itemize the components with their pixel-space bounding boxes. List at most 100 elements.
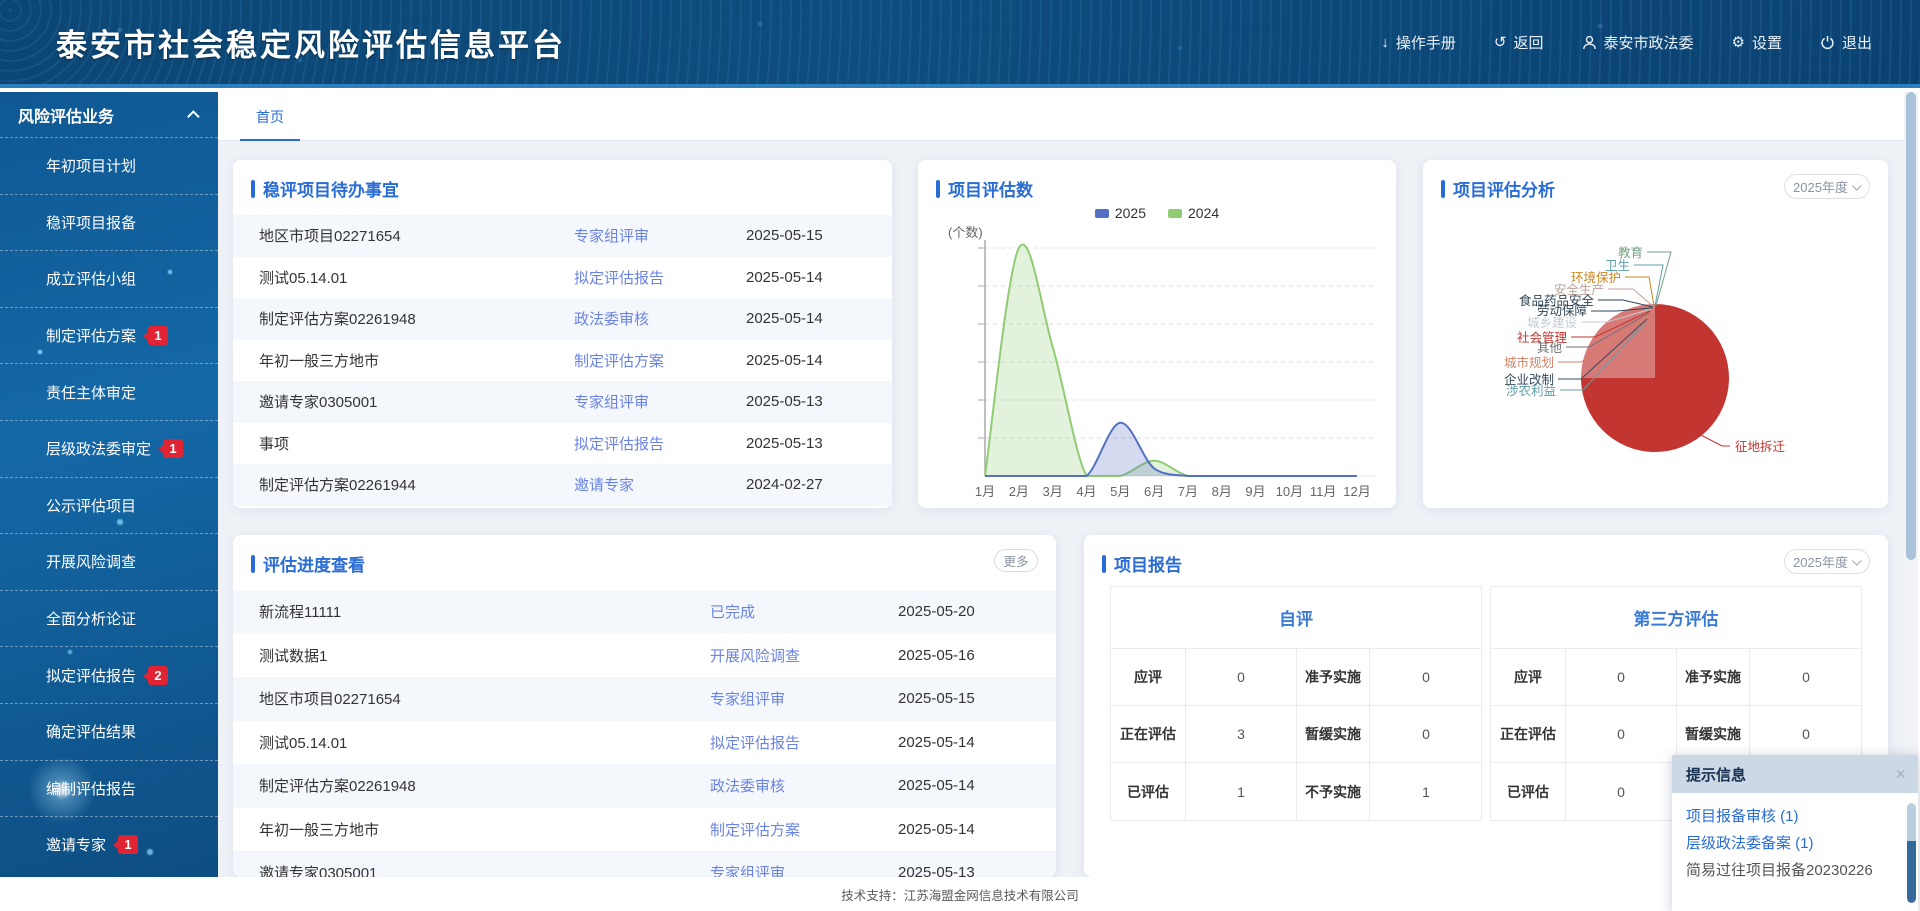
row-status-link[interactable]: 专家组评审	[574, 391, 746, 412]
sidebar-item-label: 邀请专家	[46, 834, 106, 855]
popup-link[interactable]: 层级政法委备案 (1)	[1686, 830, 1904, 857]
header-menu-gear[interactable]: ⚙ 设置	[1732, 32, 1782, 53]
footer: 技术支持：江苏海盟金网信息技术有限公司	[0, 877, 1920, 911]
report-cell-value: 0	[1566, 706, 1677, 763]
power-icon	[1820, 35, 1835, 50]
more-button[interactable]: 更多	[994, 549, 1038, 572]
row-project-name: 事项	[259, 433, 574, 454]
x-axis-label: 4月	[1076, 484, 1096, 499]
table-row: 制定评估方案02261948政法委审核2025-05-14	[233, 298, 892, 340]
sidebar-item-6[interactable]: 公示评估项目	[0, 477, 218, 534]
sidebar-item-1[interactable]: 稳评项目报备	[0, 194, 218, 251]
sidebar-item-0[interactable]: 年初项目计划	[0, 137, 218, 194]
tab-home[interactable]: 首页	[240, 92, 300, 141]
return-icon: ↺	[1494, 34, 1507, 51]
year-select-value: 2025年度	[1793, 552, 1848, 571]
row-date: 2025-05-14	[746, 269, 866, 286]
row-status-link[interactable]: 制定评估方案	[710, 819, 898, 840]
row-status-link[interactable]: 政法委审核	[710, 775, 898, 796]
page-scrollbar-thumb[interactable]	[1906, 92, 1916, 560]
sidebar-item-label: 层级政法委审定	[46, 438, 151, 459]
report-table-header: 自评	[1111, 587, 1481, 649]
footer-text: 技术支持：江苏海盟金网信息技术有限公司	[841, 885, 1079, 904]
sidebar-group-risk-assessment[interactable]: 风险评估业务	[0, 92, 218, 137]
row-project-name: 测试05.14.01	[259, 732, 710, 753]
report-cell-label: 不予实施	[1297, 763, 1370, 820]
row-status-link[interactable]: 邀请专家	[574, 474, 746, 495]
header-menu-download[interactable]: ↓ 操作手册	[1381, 32, 1456, 53]
card-evaluation-analysis: 项目评估分析 2025年度 教育卫生环境保护安全生产食品药品安全劳动保障城乡建设…	[1423, 160, 1888, 508]
user-icon	[1582, 35, 1597, 50]
report-cell-label: 正在评估	[1111, 706, 1186, 763]
sidebar-item-2[interactable]: 成立评估小组	[0, 250, 218, 307]
header-menu-user[interactable]: 泰安市政法委	[1582, 32, 1694, 53]
sidebar-item-4[interactable]: 责任主体审定	[0, 363, 218, 420]
x-axis-label: 3月	[1043, 484, 1063, 499]
row-project-name: 制定评估方案02261948	[259, 308, 574, 329]
chevron-down-icon	[1852, 556, 1862, 566]
report-cell-label: 正在评估	[1491, 706, 1566, 763]
sidebar-item-7[interactable]: 开展风险调查	[0, 533, 218, 590]
pie-leader-line	[1699, 434, 1730, 446]
header-menu-label: 设置	[1752, 32, 1782, 53]
table-row: 地区市项目02271654专家组评审2025-05-15	[233, 215, 892, 257]
row-status-link[interactable]: 政法委审核	[574, 308, 746, 329]
row-project-name: 邀请专家0305001	[259, 391, 574, 412]
gear-icon: ⚙	[1732, 34, 1745, 51]
popup-scrollbar[interactable]	[1907, 803, 1916, 903]
table-row: 事项拟定评估报告2025-05-13	[233, 423, 892, 465]
close-icon[interactable]: ×	[1895, 765, 1906, 783]
tab-bar: 首页	[218, 92, 1904, 141]
row-project-name: 地区市项目02271654	[259, 225, 574, 246]
sidebar-item-label: 责任主体审定	[46, 382, 136, 403]
card-title-row: 评估进度查看 更多	[251, 551, 1038, 576]
sidebar-item-11[interactable]: 编制评估报告	[0, 760, 218, 817]
report-cell-label: 应评	[1491, 649, 1566, 706]
x-axis-label: 11月	[1310, 484, 1337, 499]
download-icon: ↓	[1381, 34, 1389, 51]
row-date: 2025-05-13	[746, 393, 866, 410]
table-row: 新流程11111已完成2025-05-20	[233, 590, 1056, 634]
card-evaluation-count: 项目评估数 20252024 (个数) 1月2月3月4月5月6月7月8月9月10…	[918, 160, 1396, 508]
header-menu-return[interactable]: ↺返回	[1494, 32, 1544, 53]
self-evaluation-table: 自评应评0准予实施0正在评估3暂缓实施0已评估1不予实施1	[1110, 586, 1482, 821]
x-axis-label: 2月	[1009, 484, 1029, 499]
report-cell-value: 1	[1370, 763, 1482, 820]
report-cell-value: 1	[1186, 763, 1297, 820]
row-status-link[interactable]: 拟定评估报告	[574, 267, 746, 288]
header-menu-label: 操作手册	[1396, 32, 1456, 53]
row-date: 2025-05-14	[898, 821, 1030, 838]
row-status-link[interactable]: 已完成	[710, 601, 898, 622]
row-status-link[interactable]: 开展风险调查	[710, 645, 898, 666]
report-table-grid: 应评0准予实施0正在评估3暂缓实施0已评估1不予实施1	[1111, 649, 1481, 820]
row-status-link[interactable]: 拟定评估报告	[710, 732, 898, 753]
year-select-report[interactable]: 2025年度	[1784, 549, 1870, 574]
row-project-name: 测试数据1	[259, 645, 710, 666]
row-status-link[interactable]: 专家组评审	[710, 688, 898, 709]
report-cell-label: 暂缓实施	[1297, 706, 1370, 763]
sidebar-item-3[interactable]: 制定评估方案1	[0, 307, 218, 364]
report-cell-label: 应评	[1111, 649, 1186, 706]
report-cell-label: 准予实施	[1677, 649, 1750, 706]
sidebar-item-9[interactable]: 拟定评估报告2	[0, 646, 218, 703]
popup-link[interactable]: 项目报备审核 (1)	[1686, 803, 1904, 830]
row-status-link[interactable]: 制定评估方案	[574, 350, 746, 371]
row-status-link[interactable]: 专家组评审	[710, 862, 898, 877]
row-status-link[interactable]: 拟定评估报告	[574, 433, 746, 454]
header-menu-power[interactable]: 退出	[1820, 32, 1872, 53]
card-progress-view: 评估进度查看 更多 新流程11111已完成2025-05-20 测试数据1开展风险…	[233, 535, 1056, 877]
sidebar-item-5[interactable]: 层级政法委审定1	[0, 420, 218, 477]
row-project-name: 制定评估方案02261944	[259, 474, 574, 495]
row-date: 2025-05-15	[746, 227, 866, 244]
header-menu: ↓ 操作手册 ↺返回 泰安市政法委 ⚙ 设置 退出	[1381, 32, 1872, 53]
card-pending-matters: 稳评项目待办事宜 地区市项目02271654专家组评审2025-05-15测试0…	[233, 160, 892, 508]
chevron-up-icon	[187, 110, 200, 123]
sidebar: 风险评估业务 年初项目计划稳评项目报备成立评估小组制定评估方案1责任主体审定层级…	[0, 92, 218, 877]
card-title-row: 稳评项目待办事宜	[251, 176, 874, 201]
sidebar-item-10[interactable]: 确定评估结果	[0, 703, 218, 760]
report-cell-value: 0	[1370, 706, 1482, 763]
row-status-link[interactable]: 专家组评审	[574, 225, 746, 246]
sidebar-item-8[interactable]: 全面分析论证	[0, 590, 218, 647]
sidebar-item-12[interactable]: 邀请专家1	[0, 816, 218, 873]
pie-label-12: 征地拆迁	[1735, 439, 1786, 454]
